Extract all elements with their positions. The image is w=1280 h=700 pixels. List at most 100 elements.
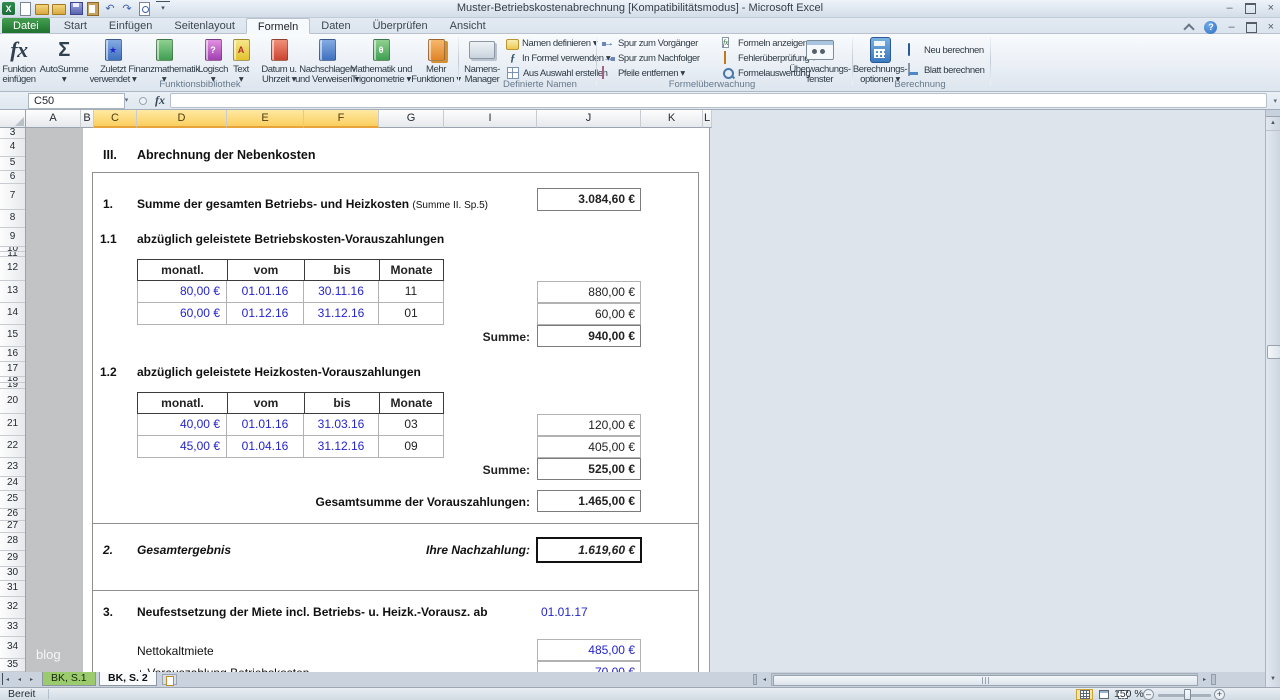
column-header-A[interactable]: A: [26, 110, 81, 128]
first-sheet-icon[interactable]: ◂: [2, 673, 12, 685]
row-header-4[interactable]: 4: [0, 139, 25, 157]
column-header-K[interactable]: K: [641, 110, 703, 128]
row-header-31[interactable]: 31: [0, 581, 25, 597]
row-header-22[interactable]: 22: [0, 436, 25, 458]
trace-dependents-button[interactable]: → Spur zum Nachfolger: [602, 51, 700, 65]
remove-arrows-button[interactable]: Pfeile entfernen ▾: [602, 66, 685, 80]
column-header-D[interactable]: D: [137, 110, 227, 128]
folder-icon[interactable]: [52, 2, 66, 16]
insert-worksheet-icon[interactable]: [162, 674, 177, 685]
cell-hk-vom-2[interactable]: 01.04.16: [227, 436, 304, 457]
restore-icon[interactable]: [1245, 3, 1256, 14]
scroll-up-icon[interactable]: ▲: [1266, 117, 1280, 131]
column-header-E[interactable]: E: [227, 110, 304, 128]
cell-hk-monate-1[interactable]: 03: [379, 414, 443, 435]
minimize-icon[interactable]: –: [1226, 2, 1232, 15]
cell-bk-vom-1[interactable]: 01.01.16: [227, 281, 304, 302]
minimize-ribbon-icon[interactable]: [1184, 23, 1195, 34]
more-functions-button[interactable]: Mehr Funktionen ▾: [410, 36, 462, 88]
tab-daten[interactable]: Daten: [310, 18, 361, 33]
workbook-close-icon[interactable]: ×: [1268, 21, 1274, 34]
clipboard-icon[interactable]: [86, 2, 100, 16]
tab-start[interactable]: Start: [53, 18, 98, 33]
cell-hk-vom-1[interactable]: 01.01.16: [227, 414, 304, 435]
row-header-3[interactable]: 3: [0, 128, 25, 139]
define-name-button[interactable]: Namen definieren ▾: [506, 36, 597, 50]
column-header-C[interactable]: C: [94, 110, 137, 128]
horizontal-split-box[interactable]: [1211, 674, 1216, 685]
cell-bk-monatl-2[interactable]: 60,00 €: [138, 303, 227, 324]
use-in-formula-button[interactable]: ƒ In Formel verwenden ▾: [506, 51, 610, 65]
trace-precedents-button[interactable]: → Spur zum Vorgänger: [602, 36, 698, 50]
zoom-slider-thumb[interactable]: [1184, 689, 1191, 700]
tab-seitenlayout[interactable]: Seitenlayout: [163, 18, 246, 33]
cell-hk-amount-1[interactable]: 120,00 €: [537, 414, 641, 436]
math-trig-button[interactable]: θ Mathematik und Trigonometrie ▾: [352, 36, 410, 88]
horizontal-split-handle[interactable]: [753, 674, 757, 685]
sheet-tab-bk-s2[interactable]: BK, S. 2: [99, 672, 157, 686]
vertical-scrollbar[interactable]: ▲: [1265, 110, 1280, 672]
cell-bk-amount-1[interactable]: 880,00 €: [537, 281, 641, 303]
row-header-8[interactable]: 8: [0, 210, 25, 228]
horizontal-scrollbar-thumb[interactable]: [773, 675, 1198, 686]
row-header-16[interactable]: 16: [0, 347, 25, 362]
customize-qat-icon[interactable]: ▾: [156, 1, 170, 16]
column-header-J[interactable]: J: [537, 110, 641, 128]
horizontal-scrollbar[interactable]: [771, 673, 1198, 686]
cell-result[interactable]: 1.619,60 €: [536, 537, 642, 563]
scroll-left-icon[interactable]: ◂: [759, 673, 770, 686]
create-from-selection-button[interactable]: Aus Auswahl erstellen: [506, 66, 608, 80]
scroll-right-icon[interactable]: ▸: [1199, 673, 1210, 686]
row-header-34[interactable]: 34: [0, 637, 25, 659]
cell-item3-date[interactable]: 01.01.17: [541, 604, 588, 620]
tab-formeln[interactable]: Formeln: [246, 18, 310, 34]
row-header-14[interactable]: 14: [0, 303, 25, 325]
workbook-minimize-icon[interactable]: –: [1228, 21, 1234, 34]
normal-view-icon[interactable]: [1076, 689, 1093, 700]
cell-bk-bis-1[interactable]: 30.11.16: [304, 281, 379, 302]
cell-hk-monate-2[interactable]: 09: [379, 436, 443, 457]
lookup-reference-button[interactable]: Nachschlagen und Verweisen ▾: [300, 36, 354, 88]
tab-einfuegen[interactable]: Einfügen: [98, 18, 163, 33]
zoom-level[interactable]: 150 %: [1114, 688, 1144, 700]
workbook-restore-icon[interactable]: [1246, 22, 1257, 33]
cell-bk-sum[interactable]: 940,00 €: [537, 325, 641, 347]
row-header-5[interactable]: 5: [0, 157, 25, 171]
tab-datei[interactable]: Datei: [2, 18, 50, 33]
vertical-scrollbar-thumb[interactable]: [1267, 345, 1280, 359]
name-box-dropdown-icon[interactable]: ▾: [120, 93, 133, 109]
cell-bk-monatl-1[interactable]: 80,00 €: [138, 281, 227, 302]
cell-nettokaltmiete[interactable]: 485,00 €: [537, 639, 641, 661]
cell-hk-monatl-1[interactable]: 40,00 €: [138, 414, 227, 435]
scroll-down-icon[interactable]: ▼: [1265, 672, 1280, 687]
tab-ansicht[interactable]: Ansicht: [439, 18, 497, 33]
column-header-F[interactable]: F: [304, 110, 379, 128]
cell-hk-bis-2[interactable]: 31.12.16: [304, 436, 379, 457]
insert-function-button[interactable]: fx Funktion einfügen: [0, 36, 38, 88]
cell-bk-vom-2[interactable]: 01.12.16: [227, 303, 304, 324]
print-preview-icon[interactable]: [137, 2, 151, 16]
cell-total-prepayments[interactable]: 1.465,00 €: [537, 490, 641, 512]
row-header-9[interactable]: 9: [0, 228, 25, 247]
row-header-13[interactable]: 13: [0, 281, 25, 303]
row-header-24[interactable]: 24: [0, 477, 25, 491]
new-document-icon[interactable]: [18, 2, 32, 16]
autosum-button[interactable]: Σ AutoSumme ▾: [40, 36, 88, 88]
help-icon[interactable]: ?: [1204, 21, 1217, 34]
redo-icon[interactable]: ↷: [120, 2, 134, 16]
row-header-29[interactable]: 29: [0, 551, 25, 567]
cell-vorauszahlung-bk[interactable]: 70,00 €: [537, 661, 641, 672]
row-header-25[interactable]: 25: [0, 491, 25, 509]
cell-bk-monate-2[interactable]: 01: [379, 303, 443, 324]
cell-bk-amount-2[interactable]: 60,00 €: [537, 303, 641, 325]
sheet-tab-bk-s1[interactable]: BK, S.1: [42, 672, 96, 686]
column-header-L[interactable]: L: [703, 110, 712, 128]
row-header-7[interactable]: 7: [0, 184, 25, 210]
row-header-21[interactable]: 21: [0, 414, 25, 436]
row-header-17[interactable]: 17: [0, 362, 25, 377]
row-header-6[interactable]: 6: [0, 171, 25, 184]
name-box[interactable]: C50: [28, 93, 125, 109]
calculate-now-button[interactable]: Neu berechnen: [908, 43, 984, 57]
row-header-12[interactable]: 12: [0, 257, 25, 281]
cell-hk-monatl-2[interactable]: 45,00 €: [138, 436, 227, 457]
